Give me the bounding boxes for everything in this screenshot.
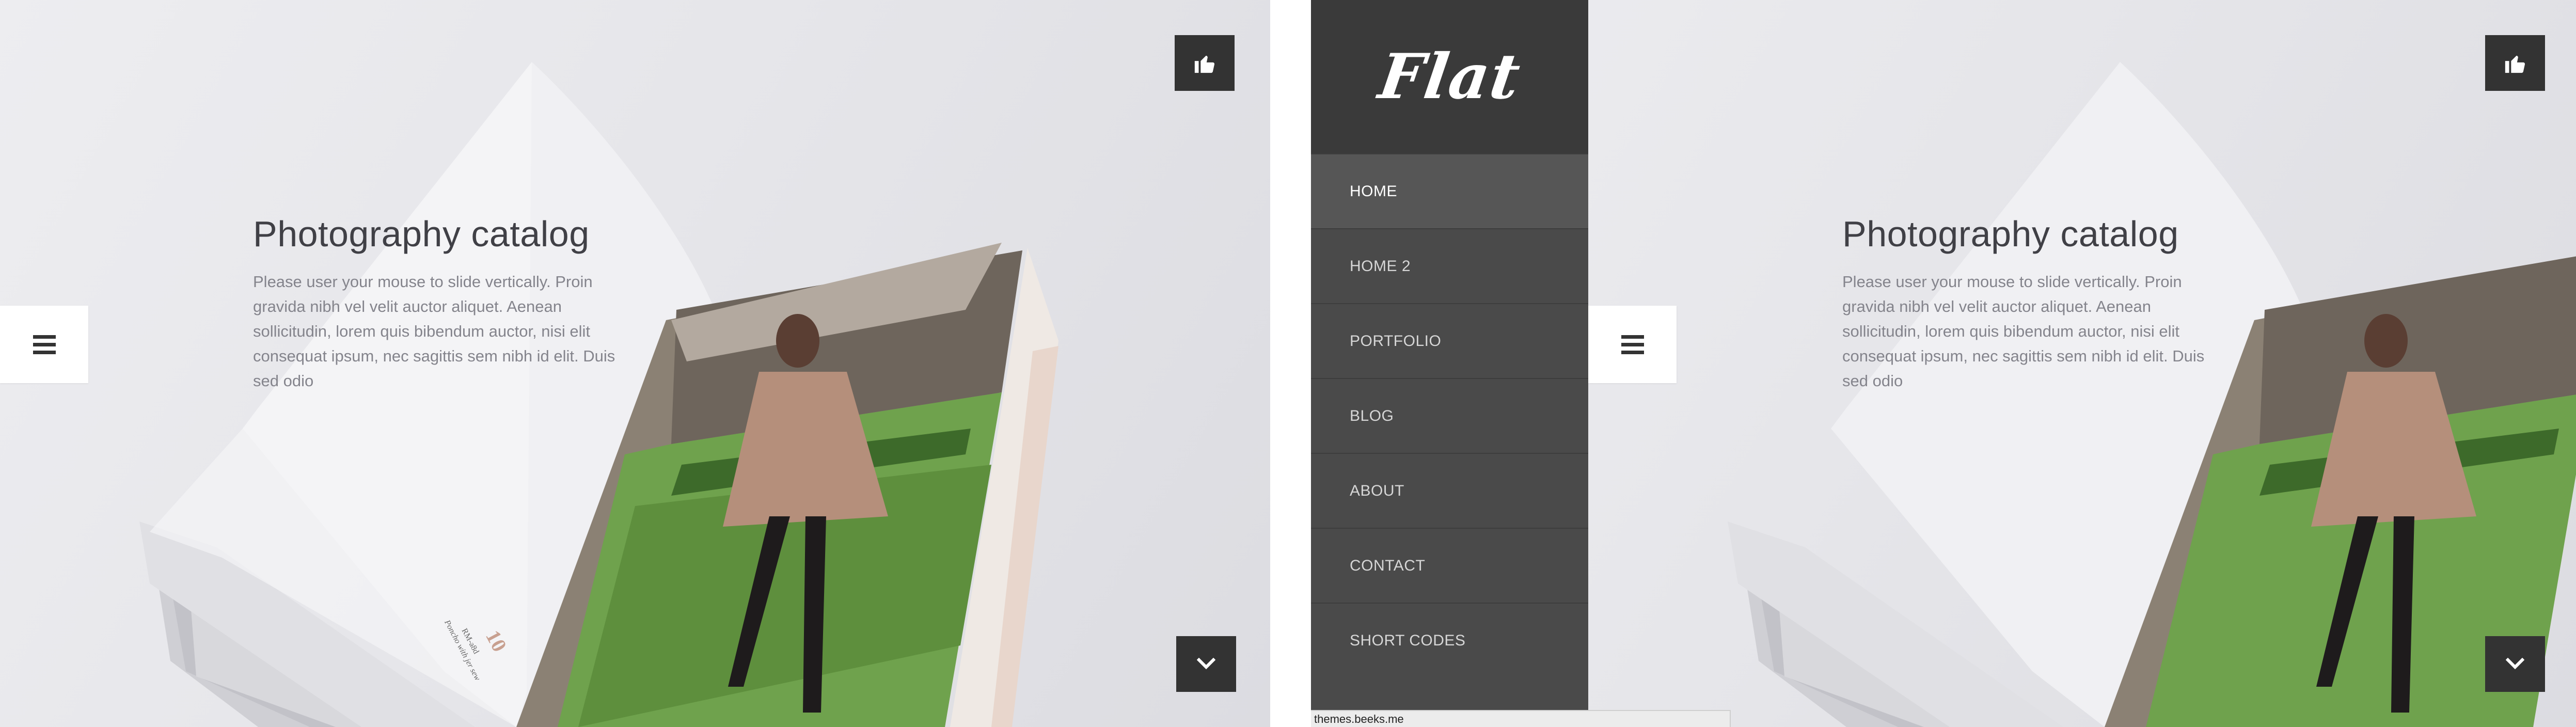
status-url: themes.beeks.me — [1314, 712, 1404, 725]
thumbs-up-icon — [1194, 55, 1215, 73]
nav-item-about[interactable]: ABOUT — [1311, 453, 1588, 528]
hero-text-block: Photography catalog Please user your mou… — [253, 212, 635, 393]
screenshot-divider — [1270, 0, 1311, 727]
scroll-down-button[interactable] — [2485, 636, 2545, 692]
chevron-down-icon — [2506, 658, 2524, 670]
nav-item-home-2[interactable]: HOME 2 — [1311, 228, 1588, 303]
nav-item-label: CONTACT — [1350, 557, 1426, 574]
logo-text: Flat — [1374, 40, 1525, 113]
nav-item-short-codes[interactable]: SHORT CODES — [1311, 603, 1588, 677]
nav-list: HOME HOME 2 PORTFOLIO BLOG ABOUT CONTACT… — [1311, 153, 1588, 677]
nav-item-label: PORTFOLIO — [1350, 332, 1442, 350]
hero-description: Please user your mouse to slide vertical… — [253, 273, 615, 390]
thumbs-up-icon — [2505, 55, 2525, 73]
nav-item-label: ABOUT — [1350, 482, 1404, 499]
nav-item-label: SHORT CODES — [1350, 631, 1466, 649]
nav-item-label: HOME — [1350, 182, 1397, 200]
homepage-screen: 10 RM-a8d Poncho with jer sew Photograph… — [0, 0, 1270, 727]
menu-toggle-button[interactable] — [0, 306, 88, 383]
catalog-background-image: 10 RM-a8d Poncho with jer sew — [0, 0, 1270, 727]
nav-item-label: BLOG — [1350, 407, 1394, 424]
sidebar-nav: Flat HOME HOME 2 PORTFOLIO BLOG ABOUT CO… — [1311, 0, 1588, 727]
page-title: Photography catalog — [253, 214, 590, 254]
hamburger-menu-icon — [33, 335, 56, 354]
like-button[interactable] — [2485, 35, 2545, 91]
nav-item-label: HOME 2 — [1350, 257, 1411, 275]
nav-item-home[interactable]: HOME — [1311, 153, 1588, 228]
nav-item-blog[interactable]: BLOG — [1311, 378, 1588, 453]
nav-item-portfolio[interactable]: PORTFOLIO — [1311, 303, 1588, 378]
page-title: Photography catalog — [1842, 214, 2179, 254]
chevron-down-icon — [1197, 658, 1215, 670]
hero-description: Please user your mouse to slide vertical… — [1842, 273, 2205, 390]
like-button[interactable] — [1175, 35, 1235, 91]
scroll-down-button[interactable] — [1176, 636, 1236, 692]
menu-toggle-button[interactable] — [1588, 306, 1677, 383]
hero-text-block: Photography catalog Please user your mou… — [1842, 212, 2224, 393]
nav-item-contact[interactable]: CONTACT — [1311, 528, 1588, 603]
browser-status-bar: themes.beeks.me — [1311, 710, 1731, 727]
logo[interactable]: Flat — [1311, 0, 1588, 153]
hamburger-menu-icon — [1621, 335, 1644, 354]
